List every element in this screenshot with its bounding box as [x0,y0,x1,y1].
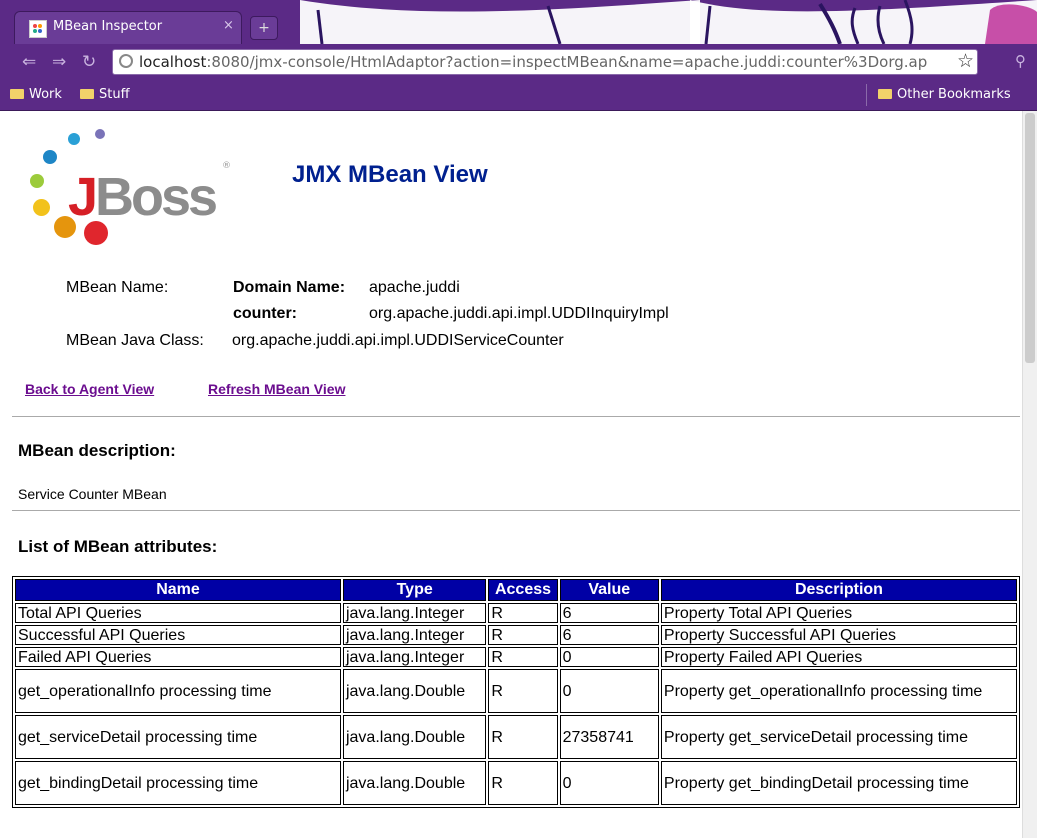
url-path: :8080/jmx-console/HtmlAdaptor?action=ins… [206,53,928,71]
page-favicon-icon [29,20,47,38]
bookmark-label: Work [29,87,62,102]
bookmarks-separator [866,84,867,106]
attribute-value: 6 [559,625,659,645]
attribute-name: get_serviceDetail processing time [15,715,341,759]
attribute-value: 0 [559,647,659,667]
reload-icon[interactable]: ↻ [82,52,96,72]
mbean-description-text: Service Counter MBean [18,486,167,502]
attributes-heading: List of MBean attributes: [18,537,218,556]
registered-mark: ® [222,161,231,171]
logo-dot [95,129,105,139]
logo-dot [33,199,50,216]
url-host: localhost [139,53,207,71]
close-tab-icon[interactable]: × [223,18,234,33]
table-row: Failed API Queries java.lang.Integer R 0… [15,647,1017,667]
domain-name-label: Domain Name: [233,279,346,296]
attribute-access: R [488,603,558,623]
table-header-row: Name Type Access Value Description [15,579,1017,601]
column-header-value: Value [559,579,659,601]
attribute-value: 27358741 [559,715,659,759]
browser-toolbar: ⇐ ⇒ ↻ localhost:8080/jmx-console/HtmlAda… [0,44,1037,80]
attributes-table: Name Type Access Value Description Total… [12,576,1020,808]
page-info-icon[interactable] [119,54,133,68]
folder-icon [80,89,94,99]
column-header-name: Name [15,579,341,601]
attribute-access: R [488,761,558,805]
column-header-access: Access [488,579,558,601]
other-bookmarks-folder[interactable]: Other Bookmarks [878,87,1011,102]
attribute-name: get_operationalInfo processing time [15,669,341,713]
divider [12,416,1020,417]
attribute-description: Property Successful API Queries [660,625,1017,645]
bookmark-star-icon[interactable]: ☆ [957,50,974,72]
page-title: JMX MBean View [292,161,488,188]
table-row: Total API Queries java.lang.Integer R 6 … [15,603,1017,623]
logo-dot [43,150,57,164]
search-icon[interactable]: ⚲ [1015,52,1026,70]
back-to-agent-view-link[interactable]: Back to Agent View [25,381,154,397]
mbean-name-label: MBean Name: [66,279,169,296]
attribute-access: R [488,715,558,759]
attribute-value: 0 [559,669,659,713]
table-row: get_serviceDetail processing time java.l… [15,715,1017,759]
attribute-value: 6 [559,603,659,623]
tab-strip: MBean Inspector × + [0,0,1037,44]
divider [12,510,1020,511]
jboss-logo: JBoss ® [22,127,242,257]
attribute-description: Property Failed API Queries [660,647,1017,667]
attribute-access: R [488,625,558,645]
bookmark-folder-stuff[interactable]: Stuff [80,87,130,102]
tab-title: MBean Inspector [53,19,163,34]
table-row: get_operationalInfo processing time java… [15,669,1017,713]
other-bookmarks-label: Other Bookmarks [897,87,1011,102]
logo-dot [30,174,44,188]
counter-label: counter: [233,305,297,322]
column-header-description: Description [660,579,1017,601]
attribute-description: Property get_operationalInfo processing … [660,669,1017,713]
vertical-scrollbar[interactable] [1022,111,1037,838]
attribute-name: Successful API Queries [15,625,341,645]
address-bar[interactable]: localhost:8080/jmx-console/HtmlAdaptor?a… [112,49,978,75]
logo-wordmark: JBoss [68,167,218,227]
attribute-type: java.lang.Double [342,761,487,805]
table-row: get_bindingDetail processing time java.l… [15,761,1017,805]
tab-mbean-inspector[interactable]: MBean Inspector × [14,11,242,44]
new-tab-button[interactable]: + [250,16,278,40]
attribute-description: Property get_bindingDetail processing ti… [660,761,1017,805]
counter-value: org.apache.juddi.api.impl.UDDIInquiryImp… [369,305,669,322]
folder-icon [878,89,892,99]
attribute-value: 0 [559,761,659,805]
bookmark-folder-work[interactable]: Work [10,87,62,102]
attribute-type: java.lang.Double [342,715,487,759]
attribute-description: Property get_serviceDetail processing ti… [660,715,1017,759]
attribute-name: Failed API Queries [15,647,341,667]
bookmark-label: Stuff [99,87,130,102]
attribute-description: Property Total API Queries [660,603,1017,623]
attribute-name: get_bindingDetail processing time [15,761,341,805]
logo-oss: Boss [95,167,218,227]
attribute-access: R [488,647,558,667]
domain-name-value: apache.juddi [369,279,460,296]
attribute-type: java.lang.Integer [342,603,487,623]
scrollbar-thumb[interactable] [1025,113,1035,363]
attribute-type: java.lang.Integer [342,647,487,667]
bookmarks-bar: Work Stuff Other Bookmarks [0,80,1037,111]
mbean-description-heading: MBean description: [18,441,176,460]
attribute-access: R [488,669,558,713]
java-class-label: MBean Java Class: [66,332,204,349]
java-class-value: org.apache.juddi.api.impl.UDDIServiceCou… [232,332,564,349]
page-content: JBoss ® JMX MBean View MBean Name: Domai… [0,111,1037,838]
back-arrow-icon[interactable]: ⇐ [22,52,36,72]
attribute-type: java.lang.Integer [342,625,487,645]
refresh-mbean-view-link[interactable]: Refresh MBean View [208,381,345,397]
url-text: localhost:8080/jmx-console/HtmlAdaptor?a… [139,53,927,71]
logo-dot [68,133,80,145]
folder-icon [10,89,24,99]
attribute-name: Total API Queries [15,603,341,623]
logo-j: J [68,167,98,227]
attribute-type: java.lang.Double [342,669,487,713]
column-header-type: Type [342,579,487,601]
forward-arrow-icon[interactable]: ⇒ [52,52,66,72]
table-row: Successful API Queries java.lang.Integer… [15,625,1017,645]
